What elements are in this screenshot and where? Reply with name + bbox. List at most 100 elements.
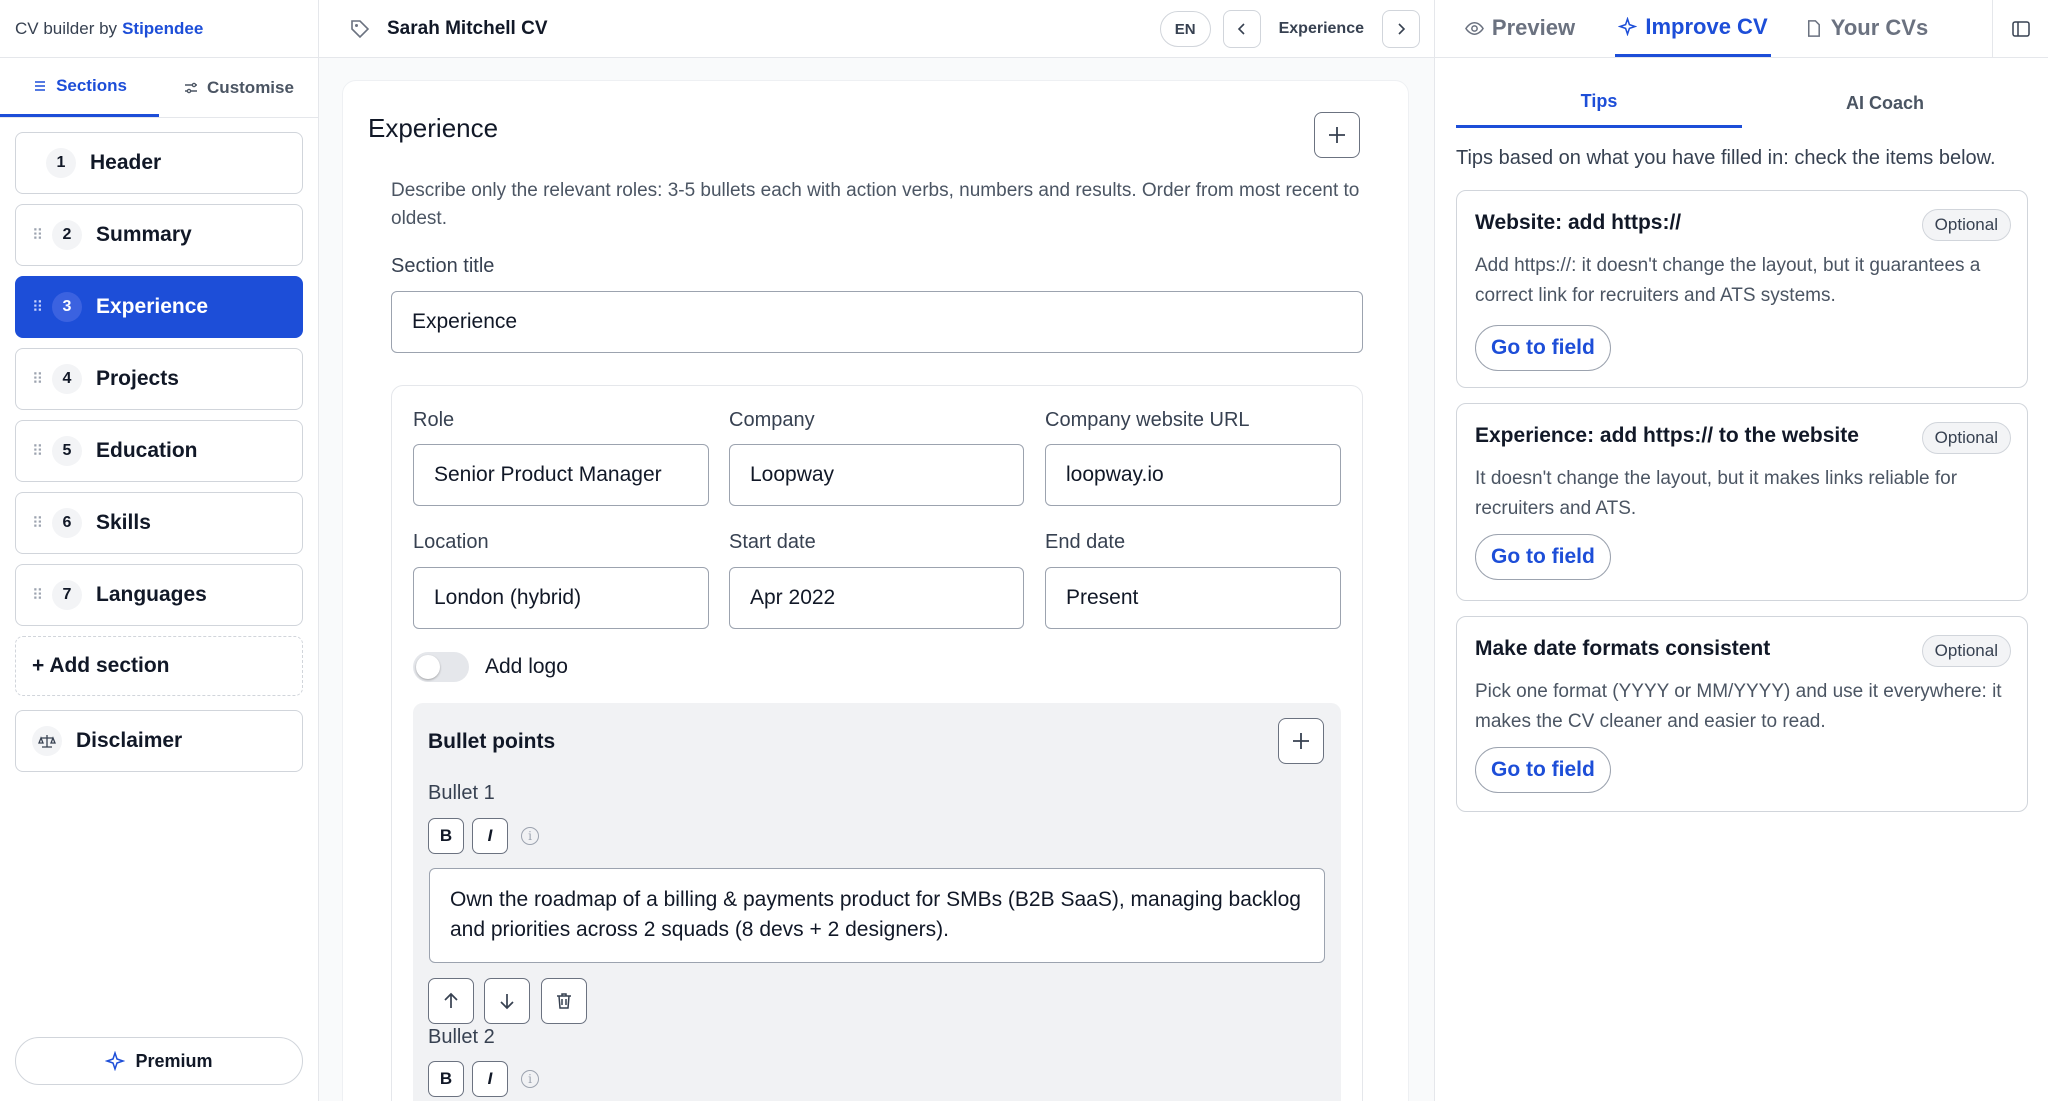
document-icon <box>1807 19 1820 37</box>
bullet-points-title: Bullet points <box>428 730 556 753</box>
go-to-field-button[interactable]: Go to field <box>1475 325 1611 371</box>
section-label: Education <box>96 439 198 462</box>
add-experience-button[interactable] <box>1314 112 1360 158</box>
previous-section-button[interactable] <box>1222 10 1261 48</box>
disclaimer-label: Disclaimer <box>76 729 183 752</box>
tip-card: Make date formats consistent Optional Pi… <box>1456 616 2028 812</box>
tab-sections[interactable]: Sections <box>0 58 159 117</box>
company-website-label: Company website URL <box>1045 409 1250 431</box>
drag-handle-icon[interactable]: ⠿ <box>32 442 46 460</box>
sidebar-item-experience[interactable]: ⠿ 3 Experience <box>15 276 303 338</box>
section-number: 4 <box>52 364 82 394</box>
sidebar-toggle-button[interactable] <box>1992 0 2048 58</box>
delete-bullet-button[interactable] <box>541 978 587 1024</box>
tab-ai-coach[interactable]: AI Coach <box>1742 78 2028 128</box>
brand[interactable]: CV builder by Stipendee <box>0 0 318 58</box>
section-number: 6 <box>52 508 82 538</box>
tip-title: Make date formats consistent <box>1475 637 1771 660</box>
sparkle-icon <box>105 1051 126 1071</box>
bullet-2-label: Bullet 2 <box>428 1026 495 1048</box>
section-label: Header <box>90 151 162 174</box>
role-input[interactable] <box>413 444 709 506</box>
move-up-button[interactable] <box>428 978 474 1024</box>
tab-customise-label: Customise <box>207 77 294 97</box>
drag-handle-icon[interactable]: ⠿ <box>32 370 46 388</box>
right-tabs: Preview Improve CV Your CVs <box>1435 0 2048 58</box>
section-title-label: Section title <box>391 255 495 277</box>
next-section-button[interactable] <box>1382 10 1420 48</box>
tab-preview-label: Preview <box>1491 15 1576 40</box>
premium-label: Premium <box>135 1050 213 1071</box>
go-to-field-button[interactable]: Go to field <box>1475 534 1611 580</box>
tip-card: Experience: add https:// to the website … <box>1456 403 2028 601</box>
location-label: Location <box>413 531 489 553</box>
drag-handle-icon[interactable]: ⠿ <box>32 514 46 532</box>
section-navigator: EN Experience <box>1159 10 1420 48</box>
italic-button[interactable]: I <box>472 1061 508 1097</box>
drag-handle-icon[interactable]: ⠿ <box>32 226 46 244</box>
info-icon[interactable]: i <box>521 1070 539 1088</box>
info-icon[interactable]: i <box>521 827 539 845</box>
sidebar-item-summary[interactable]: ⠿ 2 Summary <box>15 204 303 266</box>
panel-icon <box>2011 21 2030 37</box>
tab-your-cvs[interactable]: Your CVs <box>1781 0 1951 57</box>
add-bullet-button[interactable] <box>1278 718 1324 764</box>
tag-icon <box>351 19 370 38</box>
tip-body: Pick one format (YYYY or MM/YYYY) and us… <box>1475 681 2002 732</box>
disclaimer-button[interactable]: Disclaimer <box>15 710 303 772</box>
section-title-input[interactable] <box>391 291 1363 353</box>
section-number: 7 <box>52 580 82 610</box>
brand-prefix: CV builder by <box>15 18 118 38</box>
tab-your-cvs-label: Your CVs <box>1830 15 1929 40</box>
sub-tabs: Tips AI Coach <box>1456 78 2028 128</box>
drag-handle-icon[interactable]: ⠿ <box>32 586 46 604</box>
bold-button[interactable]: B <box>428 818 464 854</box>
sidebar-item-languages[interactable]: ⠿ 7 Languages <box>15 564 303 626</box>
add-section-button[interactable]: + Add section <box>15 636 303 696</box>
language-selector[interactable]: EN <box>1159 11 1211 47</box>
sidebar-item-skills[interactable]: ⠿ 6 Skills <box>15 492 303 554</box>
start-date-input[interactable] <box>729 567 1024 629</box>
bullet-1-textarea[interactable]: Own the roadmap of a billing & payments … <box>429 868 1325 963</box>
location-input[interactable] <box>413 567 709 629</box>
tip-body: It doesn't change the layout, but it mak… <box>1475 468 1958 519</box>
editor-description: Describe only the relevant roles: 3-5 bu… <box>391 180 1360 229</box>
right-panel: Preview Improve CV Your CVs Tips AI Coac… <box>1435 0 2048 1101</box>
sidebar-item-education[interactable]: ⠿ 5 Education <box>15 420 303 482</box>
toggle-knob <box>416 655 440 679</box>
chevron-right-icon <box>1398 23 1406 35</box>
tab-improve-cv-label: Improve CV <box>1645 13 1768 39</box>
company-input[interactable] <box>729 444 1024 506</box>
move-down-button[interactable] <box>484 978 530 1024</box>
tab-improve-cv[interactable]: Improve CV <box>1615 0 1771 57</box>
tab-sections-label: Sections <box>56 76 127 95</box>
plus-icon <box>1329 127 1345 143</box>
tab-tips[interactable]: Tips <box>1456 78 1742 128</box>
sidebar-item-projects[interactable]: ⠿ 4 Projects <box>15 348 303 410</box>
premium-button[interactable]: Premium <box>15 1037 303 1085</box>
section-number: 5 <box>52 436 82 466</box>
document-title[interactable]: Sarah Mitchell CV <box>387 18 548 40</box>
sidebar-item-header[interactable]: 1 Header <box>15 132 303 194</box>
bold-button[interactable]: B <box>428 1061 464 1097</box>
add-logo-toggle[interactable] <box>413 652 469 682</box>
sliders-icon <box>185 82 198 93</box>
plus-icon <box>1293 733 1309 749</box>
section-list: 1 Header ⠿ 2 Summary ⠿ 3 Experience ⠿ 4 … <box>0 118 318 772</box>
company-website-input[interactable] <box>1045 444 1341 506</box>
tip-body: Add https://: it doesn't change the layo… <box>1475 255 1981 306</box>
tab-preview[interactable]: Preview <box>1435 0 1605 57</box>
section-label: Languages <box>96 583 207 606</box>
section-label: Skills <box>96 511 151 534</box>
drag-handle-icon[interactable]: ⠿ <box>32 298 46 316</box>
end-date-input[interactable] <box>1045 567 1341 629</box>
section-label: Experience <box>96 295 209 318</box>
italic-button[interactable]: I <box>472 818 508 854</box>
brand-name: Stipendee <box>122 18 204 38</box>
sparkle-icon <box>1618 17 1638 36</box>
tab-customise[interactable]: Customise <box>159 58 318 117</box>
optional-badge: Optional <box>1921 422 2011 454</box>
go-to-field-button[interactable]: Go to field <box>1475 747 1611 793</box>
tip-title: Website: add https:// <box>1475 211 1682 234</box>
optional-badge: Optional <box>1921 635 2011 667</box>
